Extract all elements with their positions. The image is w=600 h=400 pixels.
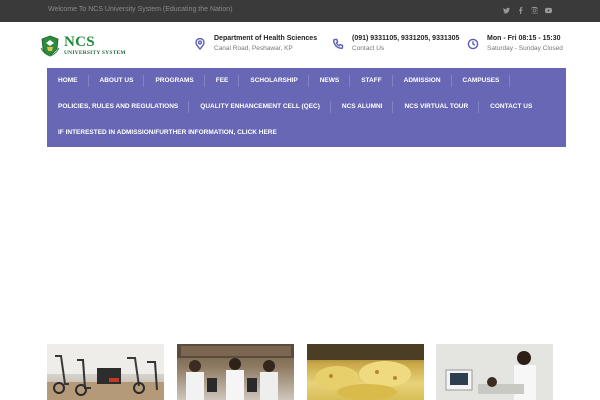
weekend-hours: Saturday - Sunday Closed [487,45,563,52]
social-links [502,5,552,15]
brand-name: NCS [64,34,95,50]
office-hours: Mon - Fri 08:15 - 15:30 [487,35,561,42]
welcome-text: Welcome To NCS University System (Educat… [48,6,233,13]
nav-item-about-us[interactable]: ABOUT US [89,68,145,94]
gym-equipment-image [47,344,164,400]
top-bar: Welcome To NCS University System (Educat… [0,0,600,22]
nav-row-1: HOME ABOUT US PROGRAMS FEE SCHOLARSHIP N… [47,68,511,94]
nav-item-scholarship[interactable]: SCHOLARSHIP [239,68,310,94]
facebook-icon[interactable] [516,5,524,15]
food-photo[interactable] [307,344,424,400]
site-header: NCS UNIVERSITY SYSTEM Department of Heal… [0,22,600,68]
phone-icon [332,37,346,51]
nav-item-programs[interactable]: PROGRAMS [144,68,206,94]
photo-gallery [0,344,600,400]
clinic-image [436,344,553,400]
hours-info: Mon - Fri 08:15 - 15:30 Saturday - Sunda… [467,35,563,52]
nav-item-fee[interactable]: FEE [205,68,240,94]
nav-item-admission[interactable]: ADMISSION [393,68,452,94]
nav-item-admission-info[interactable]: IF INTERESTED IN ADMISSION/FURTHER INFOR… [47,120,288,146]
clock-icon [467,37,481,51]
location-address: Canal Road, Peshawar, KP [214,45,293,52]
food-image [307,344,424,400]
twitter-icon[interactable] [502,5,510,15]
location-info: Department of Health Sciences Canal Road… [194,35,317,52]
site-logo[interactable]: NCS UNIVERSITY SYSTEM [40,34,132,58]
nav-item-alumni[interactable]: NCS ALUMNI [331,94,394,120]
nav-item-campuses[interactable]: CAMPUSES [452,68,511,94]
nav-item-home[interactable]: HOME [47,68,89,94]
main-navigation: HOME ABOUT US PROGRAMS FEE SCHOLARSHIP N… [47,68,566,147]
brand-subtitle: UNIVERSITY SYSTEM [64,50,126,56]
nav-item-contact-us[interactable]: CONTACT US [479,94,543,120]
nav-item-qec[interactable]: QUALITY ENHANCEMENT CELL (QEC) [189,94,331,120]
instagram-icon[interactable] [530,5,538,15]
contact-us-link[interactable]: Contact Us [352,45,459,52]
gym-photo[interactable] [47,344,164,400]
crest-icon [40,35,60,57]
phone-info: (091) 9331105, 9331205, 9331305 Contact … [332,35,459,52]
lab-photo[interactable] [177,344,294,400]
nav-item-staff[interactable]: STAFF [350,68,394,94]
nav-item-virtual-tour[interactable]: NCS VIRTUAL TOUR [393,94,479,120]
nav-item-policies[interactable]: POLICIES, RULES AND REGULATIONS [47,94,190,120]
map-pin-icon [194,37,208,51]
lab-students-image [177,344,294,400]
location-title: Department of Health Sciences [214,35,318,42]
phone-numbers[interactable]: (091) 9331105, 9331205, 9331305 [352,35,459,42]
nav-item-news[interactable]: NEWS [309,68,351,94]
nav-row-2: POLICIES, RULES AND REGULATIONS QUALITY … [47,94,543,120]
nav-row-3: IF INTERESTED IN ADMISSION/FURTHER INFOR… [47,120,288,146]
clinic-photo[interactable] [436,344,553,400]
youtube-icon[interactable] [544,5,552,15]
